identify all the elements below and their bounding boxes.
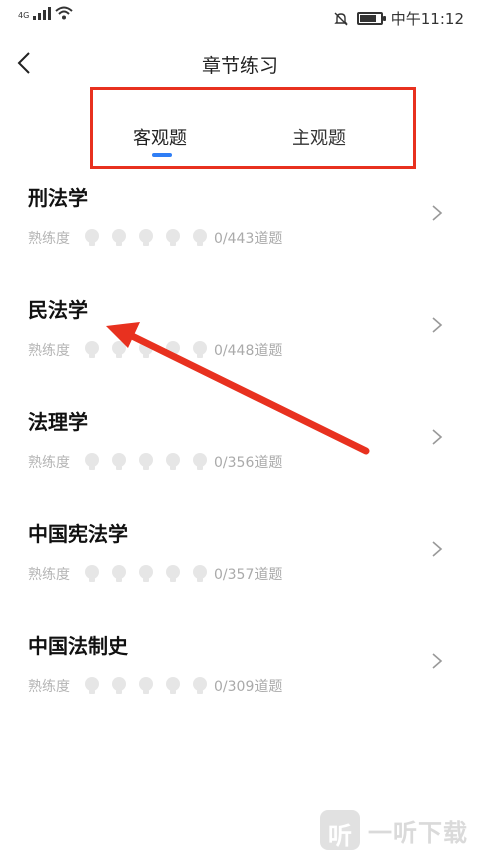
lightbulb-icon — [85, 565, 99, 582]
lightbulb-icon — [193, 453, 207, 470]
lightbulb-icon — [139, 565, 153, 582]
lightbulb-icon — [112, 453, 126, 470]
lightbulb-icon — [112, 677, 126, 694]
active-tab-indicator — [152, 153, 172, 157]
mastery-label: 熟练度 — [28, 231, 70, 247]
mastery-label: 熟练度 — [28, 455, 70, 471]
header: 章节练习 — [0, 40, 480, 86]
mastery-label: 熟练度 — [28, 679, 70, 695]
chevron-right-icon — [432, 205, 443, 221]
chevron-right-icon — [432, 653, 443, 669]
chapter-meta: 熟练度 0/448道题 — [28, 340, 282, 360]
question-count: 0/309道题 — [214, 679, 283, 695]
lightbulb-icon — [85, 341, 99, 358]
chevron-right-icon — [432, 429, 443, 445]
lightbulb-icon — [139, 677, 153, 694]
network-type: 4G — [18, 11, 30, 20]
network-indicators: 4G — [18, 6, 73, 20]
chapter-item-civil-law[interactable]: 民法学 熟练度 0/448道题 — [0, 282, 480, 394]
lightbulb-icon — [112, 565, 126, 582]
chapter-meta: 熟练度 0/443道题 — [28, 228, 282, 248]
lightbulb-icon — [166, 341, 180, 358]
clock: 中午11:12 — [390, 10, 464, 28]
chapter-title: 中国宪法学 — [28, 522, 128, 546]
chevron-right-icon — [432, 317, 443, 333]
question-count: 0/357道题 — [214, 567, 283, 583]
watermark-text: 一听下载 — [368, 818, 468, 847]
mastery-bulbs — [82, 452, 210, 472]
chapter-title: 刑法学 — [28, 186, 88, 210]
mastery-label: 熟练度 — [28, 343, 70, 359]
lightbulb-icon — [85, 677, 99, 694]
lightbulb-icon — [112, 229, 126, 246]
lightbulb-icon — [85, 453, 99, 470]
lightbulb-icon — [166, 453, 180, 470]
chapter-title: 法理学 — [28, 410, 88, 434]
battery-level-fill — [359, 15, 376, 22]
signal-icon — [33, 6, 52, 20]
mastery-bulbs — [82, 676, 210, 696]
chapter-item-constitutional-law[interactable]: 中国宪法学 熟练度 0/357道题 — [0, 506, 480, 618]
lightbulb-icon — [166, 677, 180, 694]
watermark-logo: 听 — [320, 810, 360, 850]
tab-bar: 客观题 主观题 — [90, 87, 416, 169]
chapter-meta: 熟练度 0/309道题 — [28, 676, 282, 696]
chapter-meta: 熟练度 0/356道题 — [28, 452, 282, 472]
mastery-bulbs — [82, 340, 210, 360]
status-right: 中午11:12 — [333, 8, 464, 29]
status-bar: 4G 中午11:12 — [0, 0, 480, 34]
question-count: 0/443道题 — [214, 231, 283, 247]
mute-bell-icon — [334, 12, 348, 25]
question-count: 0/448道题 — [214, 343, 283, 359]
page-title: 章节练习 — [201, 55, 278, 77]
watermark: 听 一听下载 — [320, 810, 468, 850]
battery-icon — [356, 12, 386, 25]
chapter-list: 刑法学 熟练度 0/443道题 民法学 熟练度 0/448道题 法理学 熟练度 … — [0, 170, 480, 730]
lightbulb-icon — [193, 677, 207, 694]
lightbulb-icon — [112, 341, 126, 358]
lightbulb-icon — [193, 341, 207, 358]
lightbulb-icon — [139, 341, 153, 358]
chapter-item-jurisprudence[interactable]: 法理学 熟练度 0/356道题 — [0, 394, 480, 506]
lightbulb-icon — [193, 229, 207, 246]
lightbulb-icon — [166, 229, 180, 246]
chapter-item-criminal-law[interactable]: 刑法学 熟练度 0/443道题 — [0, 170, 480, 282]
lightbulb-icon — [139, 229, 153, 246]
chapter-meta: 熟练度 0/357道题 — [28, 564, 282, 584]
tab-subjective[interactable]: 主观题 — [292, 124, 346, 150]
chevron-right-icon — [432, 541, 443, 557]
wifi-icon — [55, 6, 73, 20]
chapter-item-legal-history[interactable]: 中国法制史 熟练度 0/309道题 — [0, 618, 480, 730]
tab-objective[interactable]: 客观题 — [133, 124, 187, 150]
mastery-label: 熟练度 — [28, 567, 70, 583]
mastery-bulbs — [82, 228, 210, 248]
lightbulb-icon — [166, 565, 180, 582]
lightbulb-icon — [193, 565, 207, 582]
lightbulb-icon — [139, 453, 153, 470]
chapter-title: 中国法制史 — [28, 634, 128, 658]
mastery-bulbs — [82, 564, 210, 584]
lightbulb-icon — [85, 229, 99, 246]
question-count: 0/356道题 — [214, 455, 283, 471]
watermark-logo-char: 听 — [328, 822, 352, 850]
chapter-title: 民法学 — [28, 298, 88, 322]
